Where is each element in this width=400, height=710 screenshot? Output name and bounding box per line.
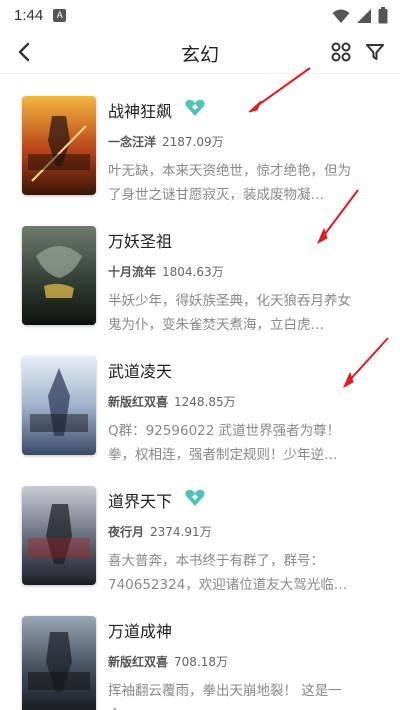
book-title[interactable]: 道界天下 bbox=[108, 488, 172, 512]
book-title[interactable]: 万道成神 bbox=[108, 618, 172, 642]
list-item[interactable]: 道界天下 夜行月 2374.91万 喜大普奔，本书终于有群了，群号：7406523… bbox=[0, 474, 400, 604]
book-title[interactable]: 战神狂飙 bbox=[108, 98, 172, 122]
status-bar: 1:44 A bbox=[0, 0, 400, 30]
book-cover[interactable] bbox=[22, 486, 96, 585]
status-time: 1:44 bbox=[14, 6, 44, 24]
book-meta: 新版红双喜 708.18万 bbox=[108, 653, 228, 670]
top-app-bar: 玄幻 bbox=[0, 30, 400, 74]
book-wordcount: 1248.85万 bbox=[174, 395, 236, 409]
book-meta: 一念汪洋 2187.09万 bbox=[108, 133, 224, 150]
book-author[interactable]: 新版红双喜 bbox=[108, 395, 168, 409]
battery-icon bbox=[378, 7, 388, 24]
filter-icon bbox=[366, 44, 384, 60]
heart-diamond-icon bbox=[185, 489, 205, 506]
book-author[interactable]: 新版红双喜 bbox=[108, 655, 168, 669]
book-title[interactable]: 万妖圣祖 bbox=[108, 228, 172, 252]
book-author[interactable]: 一念汪洋 bbox=[108, 135, 156, 149]
book-wordcount: 2187.09万 bbox=[162, 135, 224, 149]
book-description: 挥袖翻云覆雨，拳出天崩地裂！ 这是一个 bbox=[108, 683, 342, 710]
list-item[interactable]: 武道凌天 新版红双喜 1248.85万 Q群：92596022 武道世界强者为尊！… bbox=[0, 344, 400, 474]
book-list: 战神狂飙 一念汪洋 2187.09万 叶无缺，本来天资绝世，惊才绝艳，但为了身世之… bbox=[0, 84, 400, 710]
book-cover[interactable] bbox=[22, 616, 96, 710]
book-author[interactable]: 十月流年 bbox=[108, 265, 156, 279]
list-item[interactable]: 万妖圣祖 十月流年 1804.63万 半妖少年，得妖族圣典，化天狼吞月养女鬼为仆，… bbox=[0, 214, 400, 344]
book-description: Q群：92596022 武道世界强者为尊！拳，权相连，强者制定规则！少年逆… bbox=[108, 423, 341, 463]
list-item[interactable]: 万道成神 新版红双喜 708.18万 挥袖翻云覆雨，拳出天崩地裂！ 这是一个 bbox=[0, 604, 400, 710]
wifi-icon bbox=[332, 9, 350, 23]
app-notification-icon: A bbox=[53, 8, 67, 22]
book-description: 半妖少年，得妖族圣典，化天狼吞月养女鬼为仆，变朱雀焚天煮海，立白虎… bbox=[108, 293, 351, 333]
book-cover[interactable] bbox=[22, 96, 96, 195]
book-wordcount: 2374.91万 bbox=[150, 525, 212, 539]
book-description: 叶无缺，本来天资绝世，惊才绝艳，但为了身世之谜甘愿寂灭，装成废物凝… bbox=[108, 163, 351, 203]
heart-diamond-icon bbox=[185, 99, 205, 116]
book-title[interactable]: 武道凌天 bbox=[108, 358, 172, 382]
filter-button[interactable] bbox=[362, 39, 388, 65]
list-item[interactable]: 战神狂飙 一念汪洋 2187.09万 叶无缺，本来天资绝世，惊才绝艳，但为了身世之… bbox=[0, 84, 400, 214]
status-indicators bbox=[332, 7, 388, 24]
book-wordcount: 708.18万 bbox=[174, 655, 229, 669]
book-meta: 新版红双喜 1248.85万 bbox=[108, 393, 236, 410]
book-cover[interactable] bbox=[22, 226, 96, 325]
book-description: 喜大普奔，本书终于有群了，群号：740652324，欢迎诸位道友大驾光临… bbox=[108, 553, 348, 593]
book-meta: 夜行月 2374.91万 bbox=[108, 523, 212, 540]
book-meta: 十月流年 1804.63万 bbox=[108, 263, 224, 280]
grid-icon bbox=[331, 42, 351, 62]
layout-toggle-button[interactable] bbox=[328, 39, 354, 65]
book-wordcount: 1804.63万 bbox=[162, 265, 224, 279]
book-cover[interactable] bbox=[22, 356, 96, 455]
book-author[interactable]: 夜行月 bbox=[108, 525, 144, 539]
signal-icon bbox=[357, 8, 371, 23]
